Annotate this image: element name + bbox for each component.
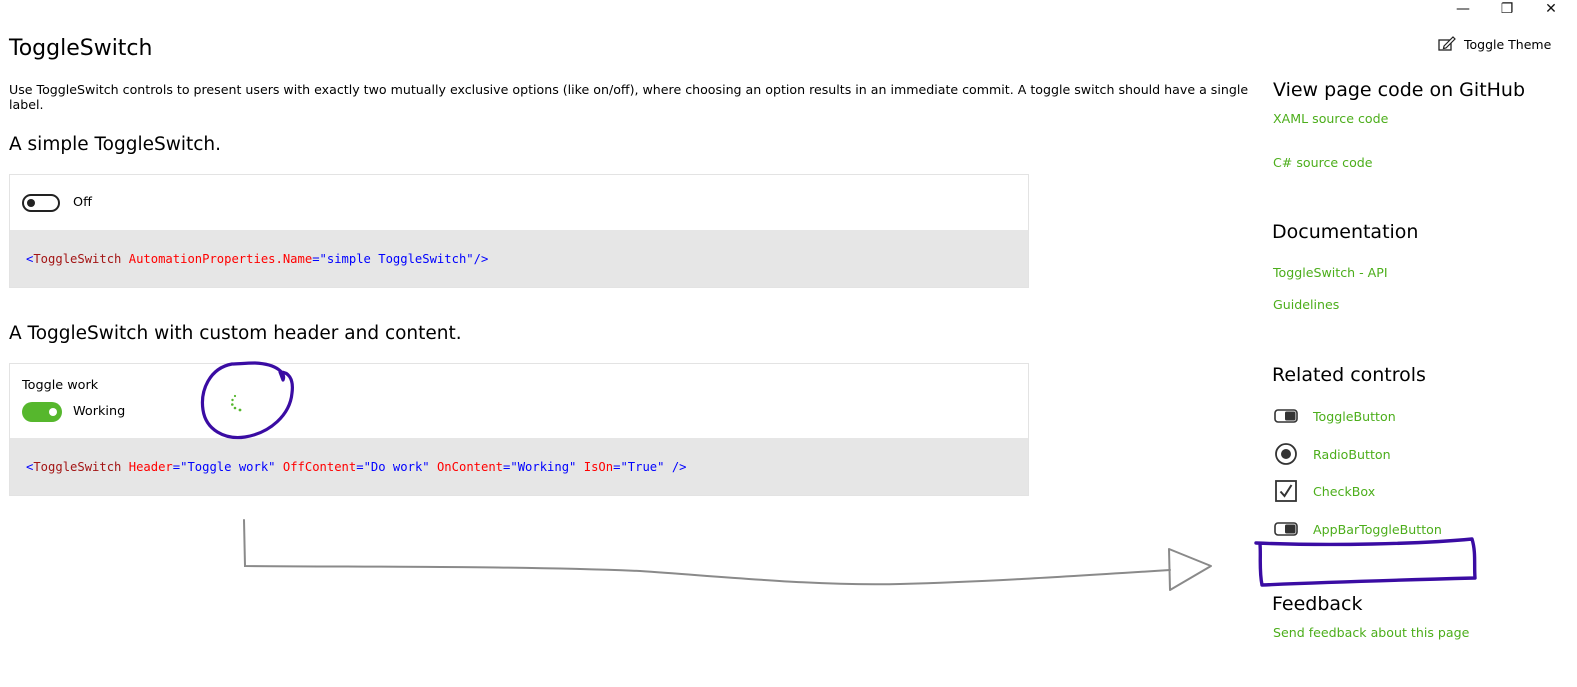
page-title: ToggleSwitch (9, 36, 153, 61)
related-item-radiobutton[interactable]: RadioButton (1273, 443, 1391, 465)
api-link[interactable]: ToggleSwitch - API (1273, 265, 1388, 280)
radio-button-icon (1273, 443, 1299, 465)
code-token: ToggleSwitch (33, 251, 122, 266)
loading-spinner-icon (231, 394, 242, 412)
related-item-togglebutton[interactable]: ToggleButton (1273, 405, 1396, 427)
code-token: = (356, 459, 364, 474)
code-block-custom: < ToggleSwitch Header = "Toggle work" OffCo… (10, 438, 1028, 495)
related-item-appbartogglebutton[interactable]: AppBarToggleButton (1273, 518, 1442, 540)
toggle-theme-label: Toggle Theme (1464, 36, 1552, 52)
annotation-arrow-head (1168, 548, 1212, 591)
code-token: "True" (620, 459, 665, 474)
github-heading: View page code on GitHub (1273, 79, 1526, 101)
code-token: OffContent (282, 459, 357, 474)
related-item-label: AppBarToggleButton (1313, 521, 1442, 537)
appbar-toggle-icon (1273, 518, 1299, 540)
code-token: "simple ToggleSwitch" (319, 251, 474, 266)
code-token: = (503, 459, 511, 474)
code-token: < (26, 459, 34, 474)
toggle-button-icon (1273, 405, 1299, 427)
code-token: Header (128, 459, 173, 474)
code-token: "Working" (510, 459, 577, 474)
code-token: = (172, 459, 181, 474)
code-token: = (613, 459, 621, 474)
code-token: AutomationProperties.Name (128, 251, 313, 266)
code-block-simple: < ToggleSwitch AutomationProperties.Name =… (10, 230, 1028, 287)
simple-toggle-switch[interactable] (22, 194, 60, 212)
code-token: /> (473, 251, 489, 266)
code-token: "Toggle work" (180, 459, 276, 474)
xaml-source-link[interactable]: XAML source code (1273, 111, 1388, 126)
custom-toggle-switch[interactable] (22, 402, 62, 422)
feedback-heading: Feedback (1272, 593, 1363, 615)
code-token: /> (671, 459, 687, 474)
code-token: IsOn (583, 459, 614, 474)
send-feedback-link[interactable]: Send feedback about this page (1273, 625, 1469, 640)
code-token: ToggleSwitch (33, 459, 122, 474)
related-item-label: RadioButton (1313, 446, 1391, 462)
documentation-heading: Documentation (1272, 221, 1419, 243)
custom-toggle-label: Working (73, 404, 126, 419)
toggle-knob (27, 199, 35, 207)
annotation-arrow-line (243, 519, 1171, 586)
sample-card-custom: Toggle work Working < ToggleSwitch Header… (9, 363, 1029, 496)
toggle-theme-button[interactable]: Toggle Theme (1438, 36, 1551, 52)
sample-card-simple: Off < ToggleSwitch AutomationProperties.N… (9, 174, 1029, 288)
guidelines-link[interactable]: Guidelines (1273, 297, 1339, 312)
code-token: OnContent (436, 459, 504, 474)
code-token: = (312, 251, 320, 266)
edit-theme-icon (1438, 36, 1456, 52)
close-button[interactable]: ✕ (1528, 0, 1574, 18)
code-token: "Do work" (363, 459, 430, 474)
toggle-knob (49, 408, 57, 416)
page-description: Use ToggleSwitch controls to present use… (9, 82, 1249, 112)
code-token: < (26, 251, 34, 266)
restore-button[interactable]: ❐ (1484, 0, 1530, 18)
minimize-button[interactable]: — (1440, 0, 1486, 18)
related-controls-heading: Related controls (1272, 364, 1426, 386)
annotation-rectangle (1254, 537, 1477, 587)
simple-toggle-label: Off (73, 195, 92, 210)
checkbox-icon (1273, 480, 1299, 502)
csharp-source-link[interactable]: C# source code (1273, 155, 1373, 170)
related-item-label: ToggleButton (1313, 408, 1396, 424)
related-item-checkbox[interactable]: CheckBox (1273, 480, 1375, 502)
toggle-header: Toggle work (22, 378, 99, 393)
sample-title-simple: A simple ToggleSwitch. (9, 134, 222, 155)
sample-title-custom: A ToggleSwitch with custom header and co… (9, 323, 462, 344)
related-item-label: CheckBox (1313, 483, 1376, 499)
